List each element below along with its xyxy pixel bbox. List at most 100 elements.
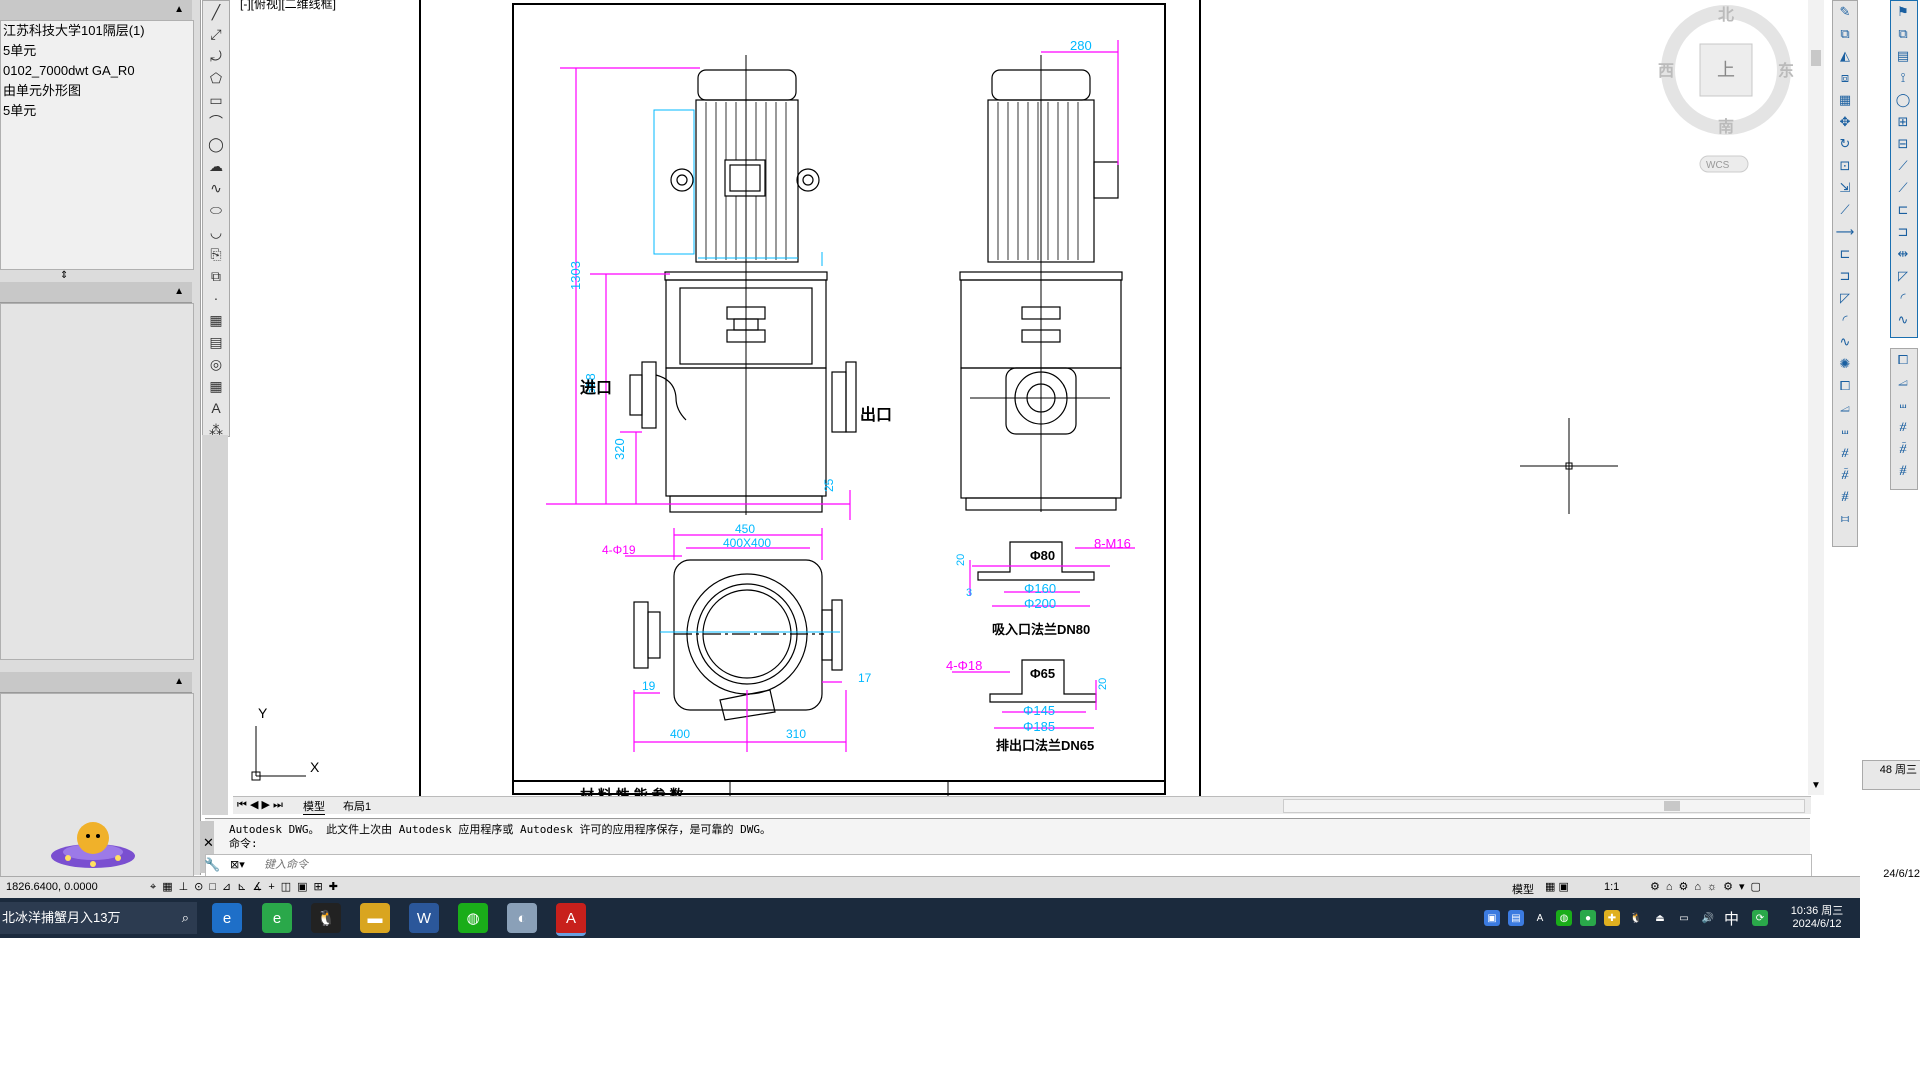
tree-item[interactable]: 0102_7000dwt GA_R0 <box>1 61 193 81</box>
viewcube-east[interactable]: 东 <box>1778 61 1794 80</box>
chamfer-icon[interactable]: ◸ <box>1892 265 1914 287</box>
tray-autocad-icon[interactable]: A <box>1532 910 1548 926</box>
tab-model[interactable]: 模型 <box>303 798 325 815</box>
scroll-thumb[interactable] <box>1811 50 1821 66</box>
qq-icon[interactable]: 🐧 <box>311 903 341 933</box>
draworder-back-icon[interactable]: ⧡ <box>1834 397 1856 419</box>
annotation-scale[interactable]: 1:1 <box>1604 881 1619 893</box>
text-front-icon[interactable]: ⧤ <box>1834 463 1856 485</box>
blend-icon[interactable]: ∿ <box>1834 331 1856 353</box>
point-icon[interactable]: · <box>205 287 227 309</box>
stretch-icon[interactable]: ⇲ <box>1834 177 1856 199</box>
extend-icon[interactable]: ⟶ <box>1834 221 1856 243</box>
table-icon[interactable]: ▦ <box>205 375 227 397</box>
viewcube-north[interactable]: 北 <box>1718 6 1734 24</box>
revcloud-icon[interactable]: ☁ <box>205 155 227 177</box>
splitter-handle-icon[interactable]: ⇕ <box>60 270 68 281</box>
tray-qq-icon[interactable]: 🐧 <box>1628 910 1644 926</box>
vertical-scrollbar[interactable]: ▼ <box>1808 0 1824 795</box>
drawing-canvas[interactable]: [-][俯视][二维线框] 1303 688 320 25 进口 出口 280 … <box>230 0 1825 800</box>
mtext-icon[interactable]: A <box>205 397 227 419</box>
ellipse-arc-icon[interactable]: ◡ <box>205 221 227 243</box>
break-at-icon[interactable]: ⊏ <box>1892 199 1914 221</box>
offset-icon[interactable]: ⧈ <box>1834 67 1856 89</box>
copy-icon[interactable]: ⧉ <box>1834 23 1856 45</box>
join-icon[interactable]: ⊐ <box>1834 265 1856 287</box>
construction-line-icon[interactable]: ⤢ <box>205 23 227 45</box>
tab-nav-icon[interactable]: ⏮ ◀ ▶ ⏭ <box>237 798 283 812</box>
polyline-icon[interactable]: ⤾ <box>205 45 227 67</box>
lengthen-icon[interactable]: ⊐ <box>1892 221 1914 243</box>
drafting-toggles-icon[interactable]: ⌖▦⊥⊙□⊿⊾∡+◫▣⊞✚ <box>150 880 344 894</box>
volume-icon[interactable]: 🔊 <box>1700 910 1716 926</box>
network-icon[interactable]: ▭ <box>1676 910 1692 926</box>
close-icon[interactable]: ✕ <box>203 835 214 851</box>
leader-front-icon[interactable]: ⧦ <box>1834 507 1856 529</box>
group-edit-icon[interactable]: ⧢ <box>1892 393 1914 415</box>
draworder-above-icon[interactable]: ⧢ <box>1834 419 1856 441</box>
match-icon[interactable]: ⧉ <box>1892 23 1914 45</box>
model-space-button[interactable]: 模型 <box>1512 881 1534 897</box>
tray-icon[interactable]: ▤ <box>1508 910 1524 926</box>
ie-icon[interactable]: e <box>212 903 242 933</box>
command-input-field[interactable] <box>262 856 766 874</box>
region-icon[interactable]: ◎ <box>205 353 227 375</box>
tree-item[interactable]: 5单元 <box>1 101 193 121</box>
chamfer-icon[interactable]: ◸ <box>1834 287 1856 309</box>
tray-wechat-icon[interactable]: ◍ <box>1556 910 1572 926</box>
collapse-icon[interactable]: ▲ <box>174 4 184 15</box>
wechat-icon[interactable]: ◍ <box>458 903 488 933</box>
scroll-down-icon[interactable]: ▼ <box>1811 780 1821 791</box>
usb-icon[interactable]: ⏏ <box>1652 910 1668 926</box>
insert-block-icon[interactable]: ⎘ <box>205 243 227 265</box>
rectangle-icon[interactable]: ▭ <box>205 89 227 111</box>
workspace-icons[interactable]: ⚙⌂⚙⌂☼⚙▾▢ <box>1650 880 1767 893</box>
scale-icon[interactable]: ⊡ <box>1834 155 1856 177</box>
viewcube-top[interactable]: 上 <box>1717 60 1735 80</box>
xline-icon[interactable]: ⟋ <box>1892 155 1914 177</box>
word-icon[interactable]: W <box>409 903 439 933</box>
search-icon[interactable]: ⌕ <box>182 902 189 934</box>
gradient-icon[interactable]: ▤ <box>205 331 227 353</box>
browser-icon[interactable]: e <box>262 903 292 933</box>
block-edit-icon[interactable]: ⊞ <box>1892 111 1914 133</box>
ellipse-icon[interactable]: ⬭ <box>205 199 227 221</box>
horizontal-scrollbar[interactable] <box>1283 799 1805 813</box>
tree-item[interactable]: 由单元外形图 <box>1 81 193 101</box>
ime-indicator[interactable]: 中 <box>1724 908 1739 929</box>
text-edit-icon[interactable]: ⧤ <box>1892 437 1914 459</box>
tree-item[interactable]: 江苏科技大学101隔层(1) <box>1 21 193 41</box>
measure-icon[interactable]: ⟟ <box>1892 67 1914 89</box>
collapse-icon[interactable]: ▲ <box>174 676 184 687</box>
recent-commands-icon[interactable]: ⊠▾ <box>230 858 245 871</box>
palette-header-3[interactable]: ▲ <box>0 672 192 693</box>
image-clip-icon[interactable]: ⧥ <box>1892 459 1914 481</box>
make-block-icon[interactable]: ⧉ <box>205 265 227 287</box>
wrench-icon[interactable]: 🔧 <box>204 857 220 873</box>
fillet-icon[interactable]: ◜ <box>1892 287 1914 309</box>
rotate-icon[interactable]: ↻ <box>1834 133 1856 155</box>
array-icon[interactable]: ▦ <box>1834 89 1856 111</box>
draworder-under-icon[interactable]: ⧣ <box>1834 441 1856 463</box>
viewcube-south[interactable]: 南 <box>1718 117 1734 136</box>
autocad-icon[interactable]: A <box>556 903 586 936</box>
command-input[interactable]: 🔧 ⊠▾ <box>204 854 1812 878</box>
divide-icon[interactable]: ⇹ <box>1892 243 1914 265</box>
layout-icons[interactable]: ▦ ▣ <box>1545 880 1569 893</box>
trim-icon[interactable]: ⟋ <box>1834 199 1856 221</box>
palette-header-2[interactable]: ▲ <box>0 282 192 303</box>
erase-icon[interactable]: ✎ <box>1834 1 1856 23</box>
ray-icon[interactable]: ⟋ <box>1892 177 1914 199</box>
circle-icon[interactable]: ◯ <box>1892 89 1914 111</box>
explode-icon[interactable]: ✺ <box>1834 353 1856 375</box>
layer-icon[interactable]: ▤ <box>1892 45 1914 67</box>
arc-icon[interactable]: ⌒ <box>205 111 227 133</box>
tray-icon[interactable]: ▣ <box>1484 910 1500 926</box>
spline-edit-icon[interactable]: ∿ <box>1892 309 1914 331</box>
clock[interactable]: 10:36 周三 2024/6/12 <box>1782 902 1852 930</box>
break-icon[interactable]: ⊏ <box>1834 243 1856 265</box>
tree-item[interactable]: 5单元 <box>1 41 193 61</box>
palette-header-1[interactable]: ▲ <box>0 0 192 21</box>
tray-icon[interactable]: ✚ <box>1604 910 1620 926</box>
properties-icon[interactable]: ⚑ <box>1892 1 1914 23</box>
